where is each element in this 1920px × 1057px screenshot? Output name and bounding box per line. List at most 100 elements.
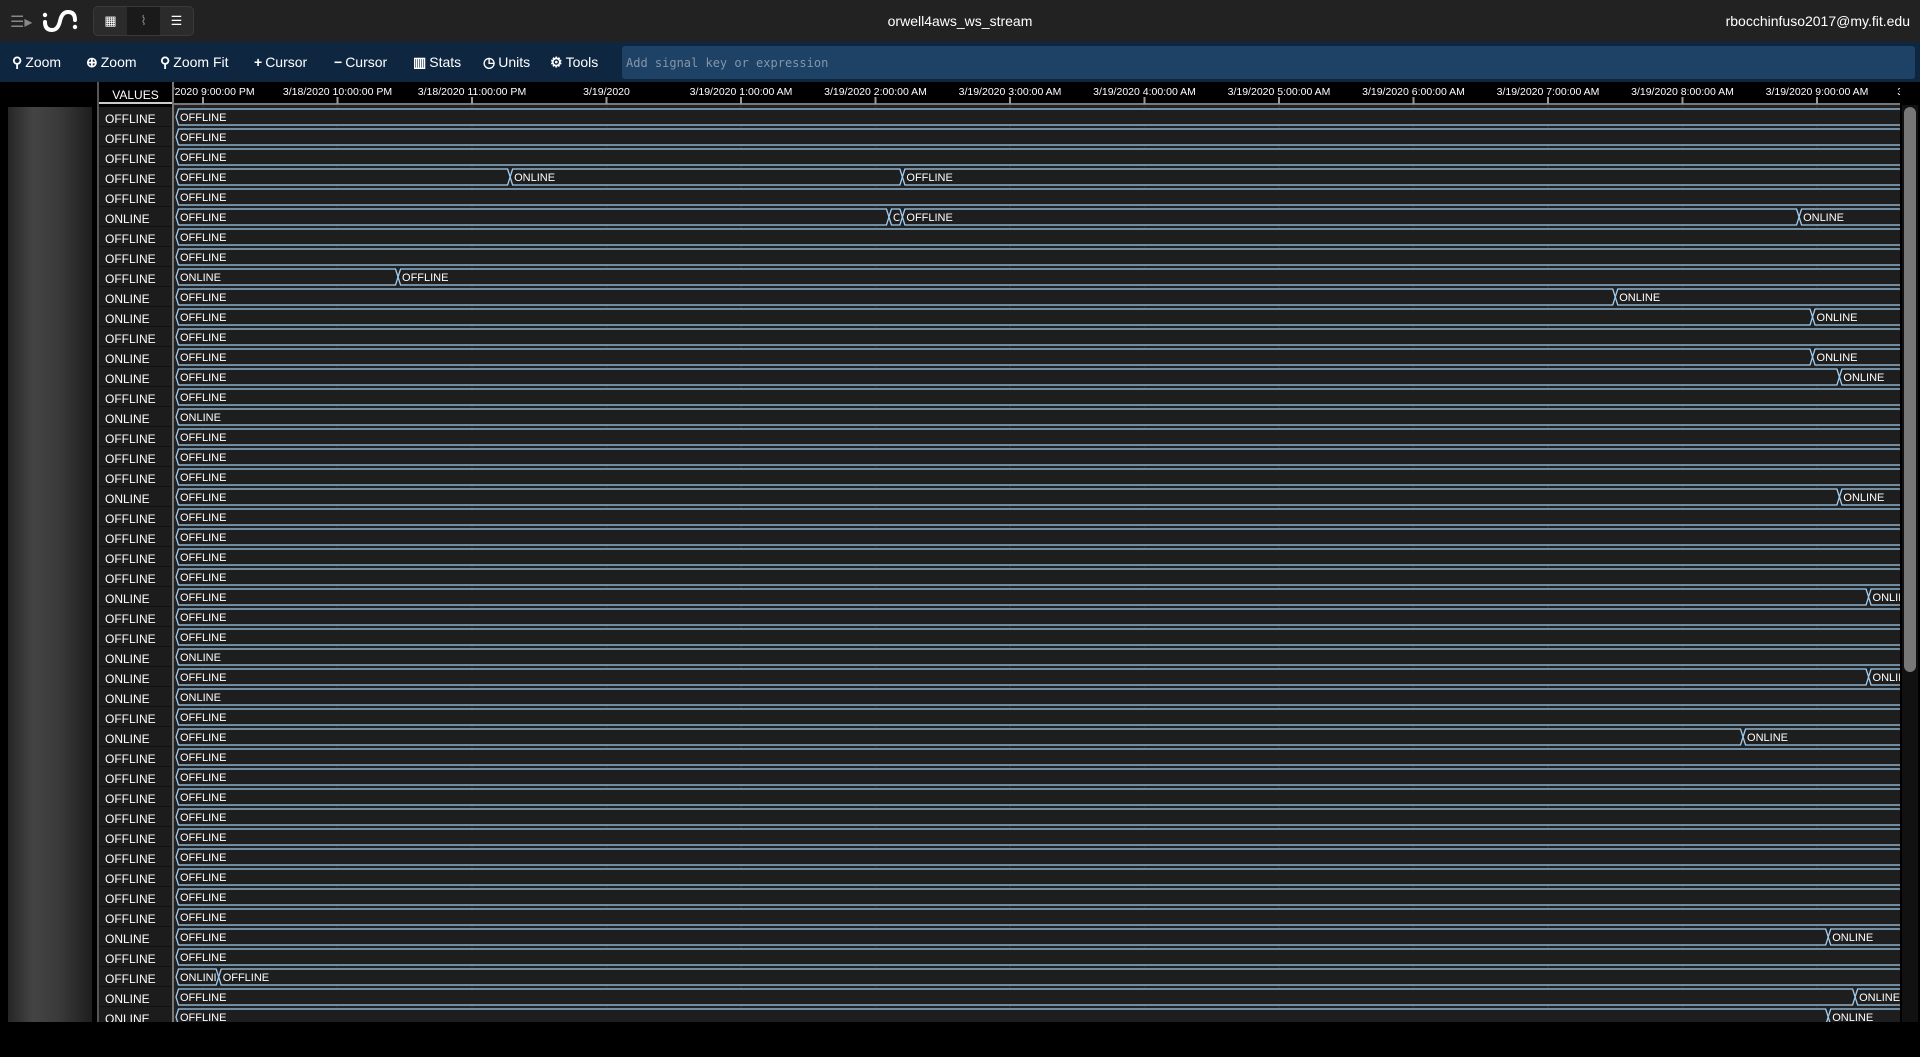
signal-segment[interactable] [175, 508, 1900, 526]
signal-value: OFFLINE [99, 467, 172, 487]
axis-tick [1547, 97, 1549, 104]
segment-label: OFFLINE [180, 912, 226, 924]
axis-tick-label: 3/19/2020 9:00:00 AM [1766, 86, 1869, 98]
signal-value: OFFLINE [99, 967, 172, 987]
zoom-button[interactable]: ⊕ Zoom [86, 54, 137, 71]
segment-label: ONLINE [514, 172, 555, 184]
tools-button[interactable]: ⚙ Tools [550, 54, 598, 71]
signal-segment[interactable] [175, 428, 1900, 446]
signal-value: OFFLINE [99, 127, 172, 147]
signal-segment[interactable] [175, 468, 1900, 486]
signal-segment[interactable] [175, 208, 890, 226]
signal-segment[interactable] [175, 408, 1900, 426]
signal-segment[interactable] [175, 708, 1900, 726]
signal-segment[interactable] [175, 848, 1900, 866]
segment-label: OFFLINE [180, 792, 226, 804]
signal-segment[interactable] [509, 168, 904, 186]
cursor-button[interactable]: + Cursor [254, 54, 307, 70]
signal-segment[interactable] [175, 788, 1900, 806]
signal-value: ONLINE [99, 647, 172, 667]
units-button[interactable]: ◷ Units [483, 54, 530, 71]
signal-segment[interactable] [175, 328, 1900, 346]
values-header: VALUES [99, 84, 172, 104]
signal-segment[interactable] [175, 888, 1900, 906]
signal-segment[interactable] [175, 108, 1900, 126]
axis-tick-label: 3/19/2020 3:00:00 AM [959, 86, 1062, 98]
signal-segment[interactable] [175, 488, 1841, 506]
signal-segment[interactable] [175, 768, 1900, 786]
plus-icon: + [254, 54, 263, 70]
signal-segment[interactable] [175, 908, 1900, 926]
segment-label: OFFLINE [180, 132, 226, 144]
signal-segment[interactable] [175, 688, 1900, 706]
signal-segment[interactable] [175, 568, 1900, 586]
signal-segment[interactable] [175, 988, 1856, 1006]
signal-value: OFFLINE [99, 267, 172, 287]
signal-value: OFFLINE [99, 187, 172, 207]
signal-value: OFFLINE [99, 627, 172, 647]
signal-segment[interactable] [175, 448, 1900, 466]
segment-label: OFFLINE [180, 852, 226, 864]
axis-tick [1816, 97, 1818, 104]
signal-segment[interactable] [175, 388, 1900, 406]
signal-value: ONLINE [99, 687, 172, 707]
values-column: OFFLINE OFFLINE OFFLINE OFFLINE OFFLINE ONLIN… [99, 107, 172, 1027]
signal-segment[interactable] [175, 728, 1744, 746]
signal-segment[interactable] [175, 868, 1900, 886]
signal-segment[interactable] [175, 548, 1900, 566]
segment-label: OFFLINE [180, 112, 226, 124]
signal-segment[interactable] [175, 928, 1829, 946]
signal-segment[interactable] [175, 608, 1900, 626]
signal-segment[interactable] [175, 808, 1900, 826]
signal-segment[interactable] [175, 588, 1870, 606]
zoom-fit-icon: ⚲ [160, 54, 171, 70]
zoom-button[interactable]: ⚲ Zoom [12, 54, 61, 71]
signal-segment[interactable] [175, 188, 1900, 206]
cursor-button[interactable]: − Cursor [334, 54, 387, 70]
signal-segment[interactable] [218, 968, 1900, 986]
stats-button[interactable]: ▥ Stats [413, 54, 461, 71]
button-label: Cursor [345, 54, 388, 70]
button-label: Cursor [265, 54, 308, 70]
signal-value: OFFLINE [99, 507, 172, 527]
signal-segment[interactable] [175, 308, 1814, 326]
signal-segment[interactable] [901, 208, 1800, 226]
signal-segment[interactable] [175, 668, 1870, 686]
signal-segment[interactable] [175, 1008, 1829, 1022]
signal-segment[interactable] [175, 648, 1900, 666]
scrollbar-thumb[interactable] [1904, 107, 1916, 672]
signal-segment[interactable] [175, 288, 1616, 306]
signal-segment[interactable] [175, 348, 1814, 366]
signal-segment[interactable] [175, 128, 1900, 146]
signal-segment[interactable] [175, 248, 1900, 266]
segment-label: OFFLINE [180, 632, 226, 644]
segment-label: OFFLINE [223, 972, 269, 984]
axis-tick-label: 3/18/2020 11:00:00 PM [418, 86, 526, 98]
signal-segment[interactable] [175, 528, 1900, 546]
signal-segment[interactable] [901, 168, 1900, 186]
signal-segment[interactable] [175, 368, 1841, 386]
signal-value: ONLINE [99, 587, 172, 607]
signal-input[interactable] [622, 46, 1915, 79]
signal-segment[interactable] [175, 628, 1900, 646]
signal-segment[interactable] [175, 948, 1900, 966]
signal-segment[interactable] [175, 148, 1900, 166]
signal-value: OFFLINE [99, 907, 172, 927]
segment-label: OFFLINE [180, 472, 226, 484]
axis-tick [605, 97, 608, 104]
axis-tick-label: 3/19/2020 5:00:00 AM [1228, 86, 1331, 98]
signal-value: OFFLINE [99, 887, 172, 907]
signal-segment[interactable] [175, 748, 1900, 766]
segment-label: OFFLINE [180, 572, 226, 584]
signal-value: ONLINE [99, 987, 172, 1007]
signal-segment[interactable] [397, 268, 1900, 286]
vertical-scrollbar[interactable] [1902, 105, 1918, 1022]
signal-segment[interactable] [175, 228, 1900, 246]
button-label: Zoom Fit [173, 54, 229, 70]
user-account[interactable]: rbocchinfuso2017@my.fit.edu [1726, 13, 1910, 29]
waveform-area[interactable]: OFFLINE OFFLINE OFFLINE OFFLINE ONLINE OFFLIN… [174, 105, 1900, 1022]
signal-segment[interactable] [175, 828, 1900, 846]
zoom-fit-button[interactable]: ⚲ Zoom Fit [160, 54, 229, 71]
segment-label: OFFLINE [906, 212, 952, 224]
axis-tick [740, 97, 742, 104]
